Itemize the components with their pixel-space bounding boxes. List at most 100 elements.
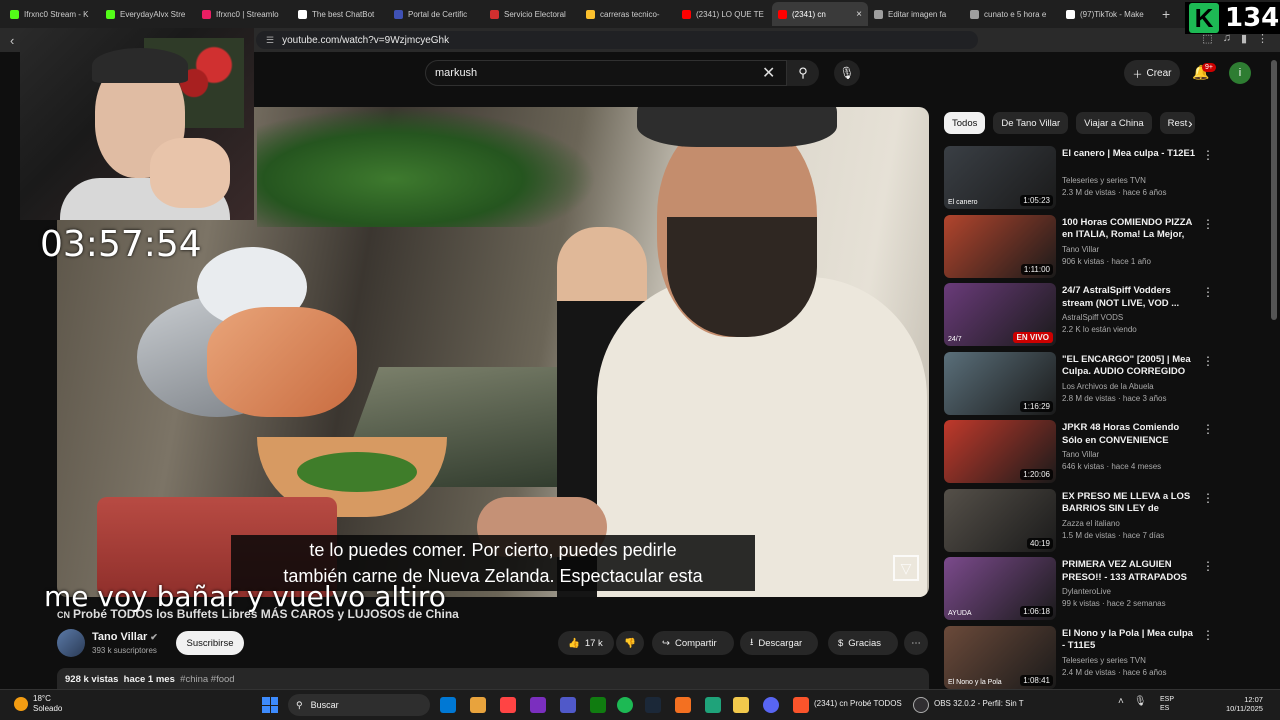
more-options-icon[interactable]: ⋮ [1202,628,1214,642]
related-channel[interactable]: Tano Villar [1062,245,1099,254]
xbox-icon[interactable] [590,697,606,713]
video-thumbnail[interactable]: 1:16:29 [944,351,1056,415]
more-options-icon[interactable]: ⋮ [1202,148,1214,162]
video-thumbnail[interactable]: El Nono y la Pola 1:08:41 [944,625,1056,689]
more-options-icon[interactable]: ⋮ [1202,422,1214,436]
filter-chip[interactable]: Viajar a China [1076,112,1152,134]
copilot-icon[interactable] [470,697,486,713]
browser-tab[interactable]: (2341) LO QUE TE [676,2,772,26]
search-input[interactable]: markush [425,60,787,86]
dislike-button[interactable]: 👎 [616,631,644,655]
taskbar-obs-label[interactable]: OBS 32.0.2 - Perfil: Sin T [934,699,1024,708]
channel-avatar[interactable] [57,629,85,657]
taskbar-search[interactable]: ⚲ Buscar [288,694,430,716]
more-options-icon[interactable]: ⋮ [1202,559,1214,573]
steam-icon[interactable] [645,697,661,713]
related-channel[interactable]: DylanteroLive [1062,587,1111,596]
related-title[interactable]: PRIMERA VEZ ALGUIEN PRESO!! - 133 ATRAPA… [1062,559,1198,584]
file-explorer-icon[interactable] [733,697,749,713]
more-options-icon[interactable]: ⋮ [1202,354,1214,368]
hashtags[interactable]: #china #food [180,674,234,685]
video-thumbnail[interactable]: 40:19 [944,488,1056,552]
app-icon-2[interactable] [530,697,546,713]
url-field[interactable]: ☰ youtube.com/watch?v=9WzjmcyeGhk [256,31,978,49]
related-video[interactable]: El Nono y la Pola 1:08:41 El Nono y la Pol… [944,625,1224,695]
outlook-icon[interactable] [440,697,456,713]
video-thumbnail[interactable]: 24/7 EN VIVO [944,283,1056,346]
related-video[interactable]: 1:11:00 100 Horas COMIENDO PIZZA en ITALI… [944,214,1224,284]
create-button[interactable]: ＋ Crear [1124,60,1180,86]
browser-tab[interactable]: The best ChatBot [292,2,388,26]
browser-tab[interactable]: EverydayAlvx Stre [100,2,196,26]
related-channel[interactable]: Teleseries y series TVN [1062,656,1146,665]
related-channel[interactable]: Tano Villar [1062,450,1099,459]
related-channel[interactable]: Zazza el italiano [1062,519,1120,528]
account-avatar[interactable]: i [1229,62,1251,84]
more-options-icon[interactable]: ⋮ [1202,491,1214,505]
related-video[interactable]: El canero 1:05:23 El canero | Mea culpa - … [944,146,1224,215]
thanks-button[interactable]: $ Gracias [828,631,898,655]
clear-search-icon[interactable]: ✕ [762,63,775,83]
browser-tab[interactable]: Ifrxnc0 Stream - K [4,2,100,26]
video-thumbnail[interactable]: 1:11:00 [944,214,1056,278]
close-tab-icon[interactable]: × [856,9,862,20]
chevron-right-icon[interactable]: › [1188,115,1193,131]
discord-icon[interactable] [763,697,779,713]
brave-icon[interactable] [793,697,809,713]
related-video[interactable]: 24/7 EN VIVO 24/7 AstralSpiff Vodders stre… [944,283,1224,352]
windows-start-icon[interactable] [262,697,278,713]
weather-widget[interactable]: 18°C Soleado [14,694,62,714]
related-title[interactable]: JPKR 48 Horas Comiendo Sólo en CONVENIEN… [1062,422,1198,447]
share-button[interactable]: ↪ Compartir [652,631,734,655]
new-tab-button[interactable]: + [1162,6,1170,22]
download-button[interactable]: ⭳ Descargar [740,631,818,655]
related-video[interactable]: 40:19 EX PRESO ME LLEVA a LOS BARRIOS SIN… [944,488,1224,558]
related-title[interactable]: El canero | Mea culpa - T12E1 [1062,148,1198,161]
related-title[interactable]: "EL ENCARGO" [2005] | Mea Culpa. AUDIO C… [1062,354,1198,379]
like-button[interactable]: 👍 17 k [558,631,614,655]
app-icon-1[interactable] [500,697,516,713]
browser-tab[interactable]: Editar imagen fa [868,2,964,26]
browser-tab[interactable]: carreras tecnico- [580,2,676,26]
video-thumbnail[interactable]: 1:20:06 [944,420,1056,483]
obs-icon[interactable] [913,697,929,713]
site-info-icon[interactable]: ☰ [266,35,274,46]
browser-tab[interactable]: (97)TikTok - Make [1060,2,1156,26]
channel-watermark-icon[interactable]: ▽ [893,555,919,581]
related-video[interactable]: AYUDA 1:06:18 PRIMERA VEZ ALGUIEN PRESO!! … [944,557,1224,626]
more-options-icon[interactable]: ⋮ [1202,217,1214,231]
voice-search-button[interactable]: 🎙 [834,60,860,86]
back-icon[interactable]: ‹ [10,33,14,48]
spotify-icon[interactable] [617,697,633,713]
related-channel[interactable]: Los Archivos de la Abuela [1062,382,1154,391]
clock[interactable]: 12:07 10/11/2025 [1226,695,1263,713]
more-actions-button[interactable]: ⋯ [904,631,928,655]
video-thumbnail[interactable]: AYUDA 1:06:18 [944,557,1056,620]
edge-icon[interactable] [705,697,721,713]
related-title[interactable]: El Nono y la Pola | Mea culpa - T11E5 [1062,628,1198,653]
browser-tab[interactable]: cunato e 5 hora e [964,2,1060,26]
teams-icon[interactable] [560,697,576,713]
scrollbar[interactable] [1271,60,1277,320]
browser-tab[interactable]: Ifrxnc0 | Streamlo [196,2,292,26]
channel-name[interactable]: Tano Villar ✔ [92,631,158,643]
filter-chip[interactable]: De Tano Villar [993,112,1069,134]
related-channel[interactable]: AstralSpiff VODS [1062,313,1123,322]
related-title[interactable]: 100 Horas COMIENDO PIZZA en ITALIA, Roma… [1062,217,1198,242]
filter-chip[interactable]: Todos [944,112,986,134]
browser-tab[interactable]: Servicio Electoral [484,2,580,26]
subscribe-button[interactable]: Suscribirse [176,631,244,655]
app-icon-3[interactable] [675,697,691,713]
browser-tab[interactable]: (2341) cn × [772,2,868,26]
video-thumbnail[interactable]: El canero 1:05:23 [944,146,1056,209]
taskbar-brave-label[interactable]: (2341) cn Probé TODOS [814,699,902,708]
microphone-icon[interactable]: 🎙 [1134,696,1147,707]
related-video[interactable]: 1:16:29 "EL ENCARGO" [2005] | Mea Culpa. … [944,351,1224,421]
search-button[interactable]: ⚲ [787,60,819,86]
language-indicator[interactable]: ESP ES [1160,695,1174,713]
related-channel[interactable]: Teleseries y series TVN [1062,176,1146,185]
more-options-icon[interactable]: ⋮ [1202,285,1214,299]
browser-tab[interactable]: Portal de Certific [388,2,484,26]
related-title[interactable]: EX PRESO ME LLEVA a LOS BARRIOS SIN LEY … [1062,491,1198,516]
chevron-up-icon[interactable]: ˄ [1118,696,1124,707]
